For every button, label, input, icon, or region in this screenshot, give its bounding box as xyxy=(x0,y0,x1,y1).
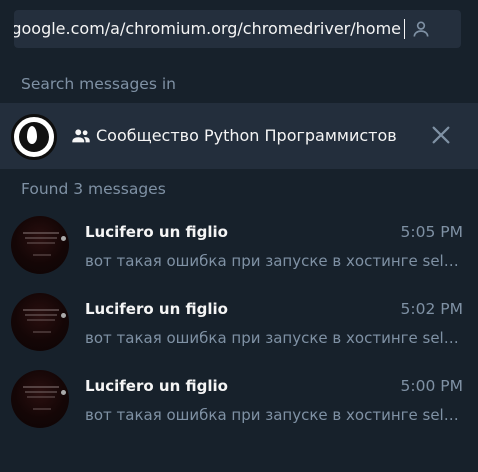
avatar-flame xyxy=(27,126,37,144)
flame-logo-icon xyxy=(11,114,57,160)
message-preview: вот такая ошибка при запуске в хостинге … xyxy=(85,406,465,424)
avatar xyxy=(11,293,69,351)
group-icon xyxy=(72,129,90,143)
message-time: 5:00 PM xyxy=(400,377,463,395)
message-preview: вот такая ошибка при запуске в хостинге … xyxy=(85,252,465,270)
search-field[interactable]: google.com/a/chromium.org/chromedriver/h… xyxy=(14,10,461,48)
avatar xyxy=(11,216,69,274)
message-result[interactable]: Lucifero un figlio 5:05 PM вот такая оши… xyxy=(0,210,478,287)
search-query[interactable]: google.com/a/chromium.org/chromedriver/h… xyxy=(14,19,401,38)
message-result[interactable]: Lucifero un figlio 5:00 PM вот такая оши… xyxy=(0,364,478,441)
sender-name: Lucifero un figlio xyxy=(85,223,228,241)
user-icon[interactable] xyxy=(411,19,431,39)
message-preview: вот такая ошибка при запуске в хостинге … xyxy=(85,329,465,347)
avatar xyxy=(11,370,69,428)
search-scope-label: Search messages in xyxy=(21,75,176,93)
search-input[interactable]: google.com/a/chromium.org/chromedriver/h… xyxy=(14,19,401,38)
message-result[interactable]: Lucifero un figlio 5:02 PM вот такая оши… xyxy=(0,287,478,364)
close-icon[interactable] xyxy=(430,124,452,146)
chat-name: Сообщество Python Программистов xyxy=(96,126,397,145)
text-caret xyxy=(404,19,405,39)
search-bar: google.com/a/chromium.org/chromedriver/h… xyxy=(0,0,478,62)
sender-name: Lucifero un figlio xyxy=(85,377,228,395)
message-time: 5:02 PM xyxy=(400,300,463,318)
message-time: 5:05 PM xyxy=(400,223,463,241)
results-count-label: Found 3 messages xyxy=(21,180,166,198)
chat-filter[interactable]: Сообщество Python Программистов xyxy=(0,103,478,169)
sender-name: Lucifero un figlio xyxy=(85,300,228,318)
